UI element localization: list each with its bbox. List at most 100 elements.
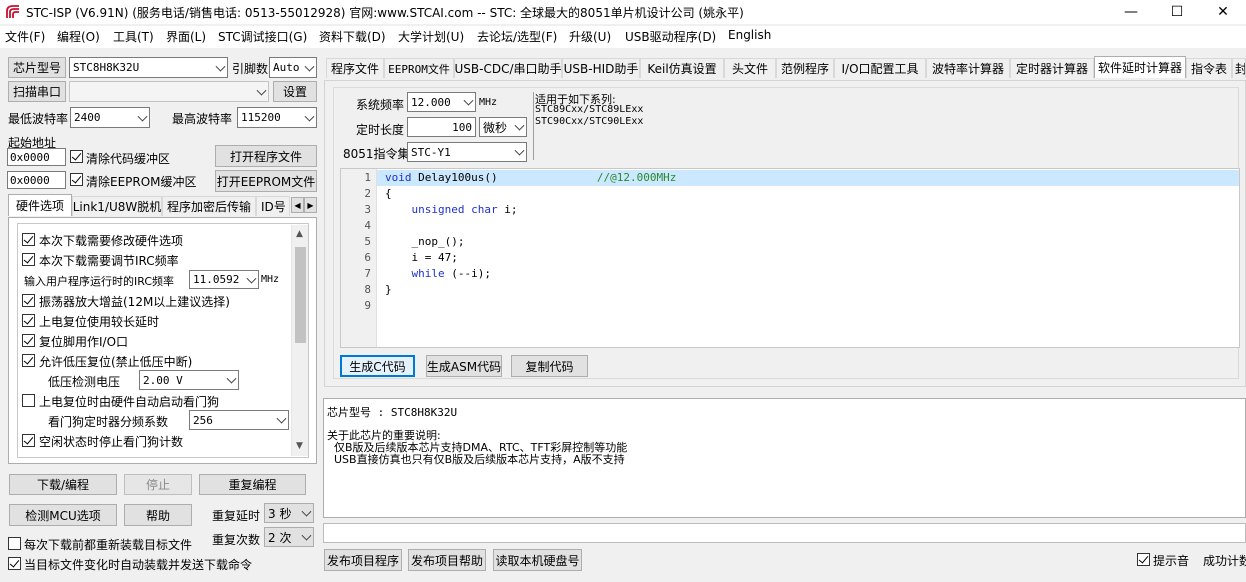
copy-code-button[interactable]: 复制代码 [511,355,588,377]
option-checkbox[interactable] [22,334,35,347]
tab-usb-hid[interactable]: USB-HID助手 [562,58,640,78]
auto-reload-checkbox[interactable] [8,557,21,570]
scroll-thumb[interactable] [295,247,306,343]
instruction-set-label: 8051指令集 [343,147,410,161]
clear-code-checkbox[interactable] [70,150,83,163]
option-checkbox[interactable] [22,434,35,447]
publish-project-program-button[interactable]: 发布项目程序 [324,549,402,571]
option-checkbox[interactable] [22,253,35,266]
tab-delay-calculator[interactable]: 软件延时计算器 [1094,56,1186,78]
system-frequency-select[interactable]: 12.000 [407,92,476,112]
duration-label: 定时长度 [356,123,405,137]
max-baud-select[interactable]: 115200 [237,107,317,128]
maximize-button[interactable]: ☐ [1154,0,1200,24]
scan-port-button[interactable]: 扫描串口 [8,81,66,102]
publish-project-help-button[interactable]: 发布项目帮助 [408,549,486,571]
download-program-button[interactable]: 下载/编程 [9,474,117,495]
tab-program-file[interactable]: 程序文件 [326,58,384,78]
tab-more[interactable]: 封 [1232,58,1246,78]
chevron-down-icon [226,373,237,384]
pin-count-select[interactable]: Auto [269,57,317,78]
close-button[interactable]: ✕ [1200,0,1246,24]
option-checkbox[interactable] [22,354,35,367]
port-select[interactable] [69,81,269,102]
menu-forum[interactable]: 去论坛/选型(F) [477,28,557,45]
instruction-set-select[interactable]: STC-Y1 [407,142,527,162]
chip-model-button[interactable]: 芯片型号 [8,57,66,78]
tab-keil-sim[interactable]: Keil仿真设置 [640,58,724,78]
menu-tools[interactable]: 工具(T) [113,28,154,45]
chevron-down-icon [514,145,525,156]
detect-mcu-options-button[interactable]: 检测MCU选项 [9,504,117,526]
start-address-input-2[interactable]: 0x0000 [7,171,66,189]
code-text: (--i); [444,267,491,280]
code-text: Delay100us() [411,171,498,184]
window-title: STC-ISP (V6.91N) (服务电话/销售电话: 0513-550129… [26,6,744,20]
menu-program[interactable]: 编程(O) [57,28,100,45]
pin-count-label: 引脚数 [232,62,269,76]
code-text: _nop_(); [385,235,465,248]
scroll-up-icon[interactable]: ▲ [296,229,303,239]
open-program-file-button[interactable]: 打开程序文件 [215,145,317,167]
code-line: void Delay100us() //@12.000MHz [385,170,676,186]
menu-english[interactable]: English [728,28,771,42]
code-editor[interactable]: 1 void Delay100us() //@12.000MHz 2 {3 unsig… [340,168,1240,348]
code-text: i; [497,203,518,216]
option-checkbox[interactable] [22,294,35,307]
tab-example-programs[interactable]: 范例程序 [776,58,834,78]
tab-io-config-tool[interactable]: I/O口配置工具 [834,58,926,78]
repeat-delay-select[interactable]: 3 秒 [264,503,314,523]
tab-encrypted-transfer[interactable]: 程序加密后传输 [162,196,256,216]
start-address-input-1[interactable]: 0x0000 [7,148,66,166]
menu-upgrade[interactable]: 升级(U) [569,28,611,45]
tab-instruction-table[interactable]: 指令表 [1186,58,1232,78]
options-scrollbar[interactable]: ▲ ▼ [291,225,308,456]
clear-eeprom-checkbox[interactable] [70,173,83,186]
tab-timer-calculator[interactable]: 定时器计算器 [1010,58,1094,78]
option-label: 振荡器放大增益(12M以上建议选择) [39,295,230,309]
chip-model-select[interactable]: STC8H8K32U [69,57,228,78]
tab-link1-offline[interactable]: Link1/U8W脱机 [72,196,162,216]
tab-usb-cdc[interactable]: USB-CDC/串口助手 [454,58,562,78]
tab-id-number[interactable]: ID号 [256,196,290,216]
watchdog-divider-select[interactable]: 256 [189,410,289,430]
generate-asm-code-button[interactable]: 生成ASM代码 [426,355,502,377]
option-checkbox[interactable] [22,394,35,407]
tab-header-file[interactable]: 头文件 [724,58,776,78]
duration-input[interactable]: 100 [407,117,476,137]
help-button[interactable]: 帮助 [124,504,192,526]
menu-file[interactable]: 文件(F) [5,28,45,45]
min-baud-select[interactable]: 2400 [70,107,150,128]
generate-c-code-button[interactable]: 生成C代码 [340,355,415,377]
scroll-down-icon[interactable]: ▼ [296,441,303,451]
settings-button[interactable]: 设置 [273,81,317,102]
irc-frequency-select[interactable]: 11.0592 [189,270,259,289]
menu-interface[interactable]: 界面(L) [166,28,206,45]
duration-unit-select[interactable]: 微秒 [479,117,527,137]
code-keyword: while [411,267,445,280]
option-checkbox[interactable] [22,233,35,246]
stop-button[interactable]: 停止 [124,474,192,495]
chevron-down-icon [215,61,226,72]
option-checkbox[interactable] [22,314,35,327]
low-voltage-select[interactable]: 2.00 V [139,370,239,390]
beep-checkbox[interactable] [1137,553,1150,566]
minimize-button[interactable]: — [1108,0,1154,24]
menu-debug-interface[interactable]: STC调试接口(G) [218,28,307,45]
menu-university[interactable]: 大学计划(U) [398,28,464,45]
code-line: _nop_(); [385,234,464,250]
tab-baud-calculator[interactable]: 波特率计算器 [926,58,1010,78]
read-disk-id-button[interactable]: 读取本机硬盘号 [493,549,582,571]
reload-before-download-checkbox[interactable] [8,537,21,550]
open-eeprom-file-button[interactable]: 打开EEPROM文件 [215,170,317,192]
tab-scroll-left-icon[interactable]: ◀ [291,197,304,213]
line-number: 1 [364,171,371,184]
tab-hardware-options[interactable]: 硬件选项 [8,194,72,216]
menu-downloads[interactable]: 资料下载(D) [319,28,386,45]
tab-scroll-right-icon[interactable]: ▶ [304,197,317,213]
tab-eeprom-file[interactable]: EEPROM文件 [384,58,454,78]
menu-usb-driver[interactable]: USB驱动程序(D) [625,28,716,45]
repeat-program-button[interactable]: 重复编程 [199,474,306,495]
app-logo-icon [6,5,19,18]
repeat-count-select[interactable]: 2 次 [264,527,314,547]
